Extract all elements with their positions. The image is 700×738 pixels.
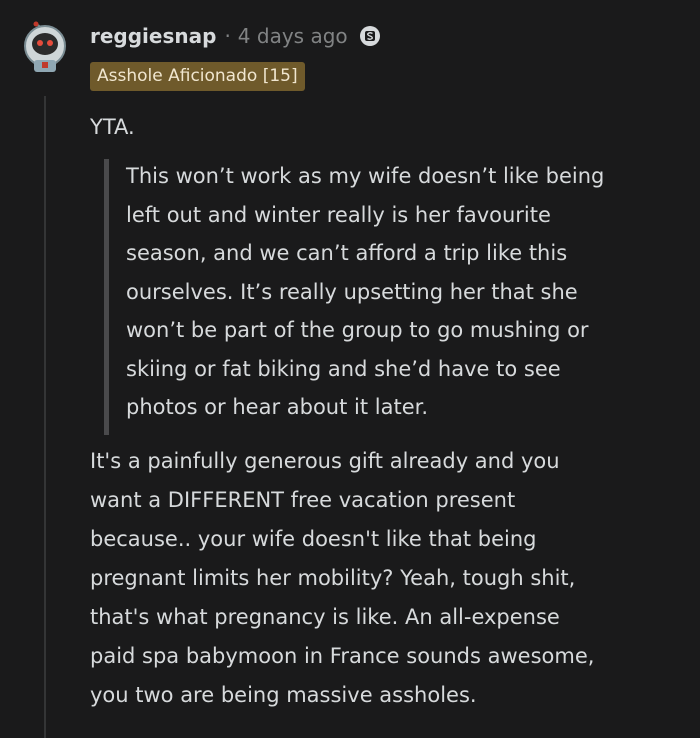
username-link[interactable]: reggiesnap: [90, 24, 216, 48]
verdict-text: YTA.: [90, 115, 135, 139]
separator-dot: ·: [224, 24, 231, 48]
thread-line[interactable]: [44, 96, 46, 738]
s-badge-icon: [359, 26, 380, 46]
timestamp[interactable]: 4 days ago: [238, 24, 348, 48]
comment-header: reggiesnap · 4 days ago: [90, 20, 380, 52]
blockquote: This won’t work as my wife doesn’t like …: [104, 157, 680, 435]
user-flair: Asshole Aficionado [15]: [90, 62, 305, 91]
reply-text: It's a painfully generous gift already a…: [90, 448, 595, 707]
comment-body: YTA. This won’t work as my wife doesn’t …: [90, 108, 680, 715]
quote-bar: [104, 159, 109, 435]
quote-text: This won’t work as my wife doesn’t like …: [126, 164, 605, 419]
avatar[interactable]: [20, 16, 70, 76]
